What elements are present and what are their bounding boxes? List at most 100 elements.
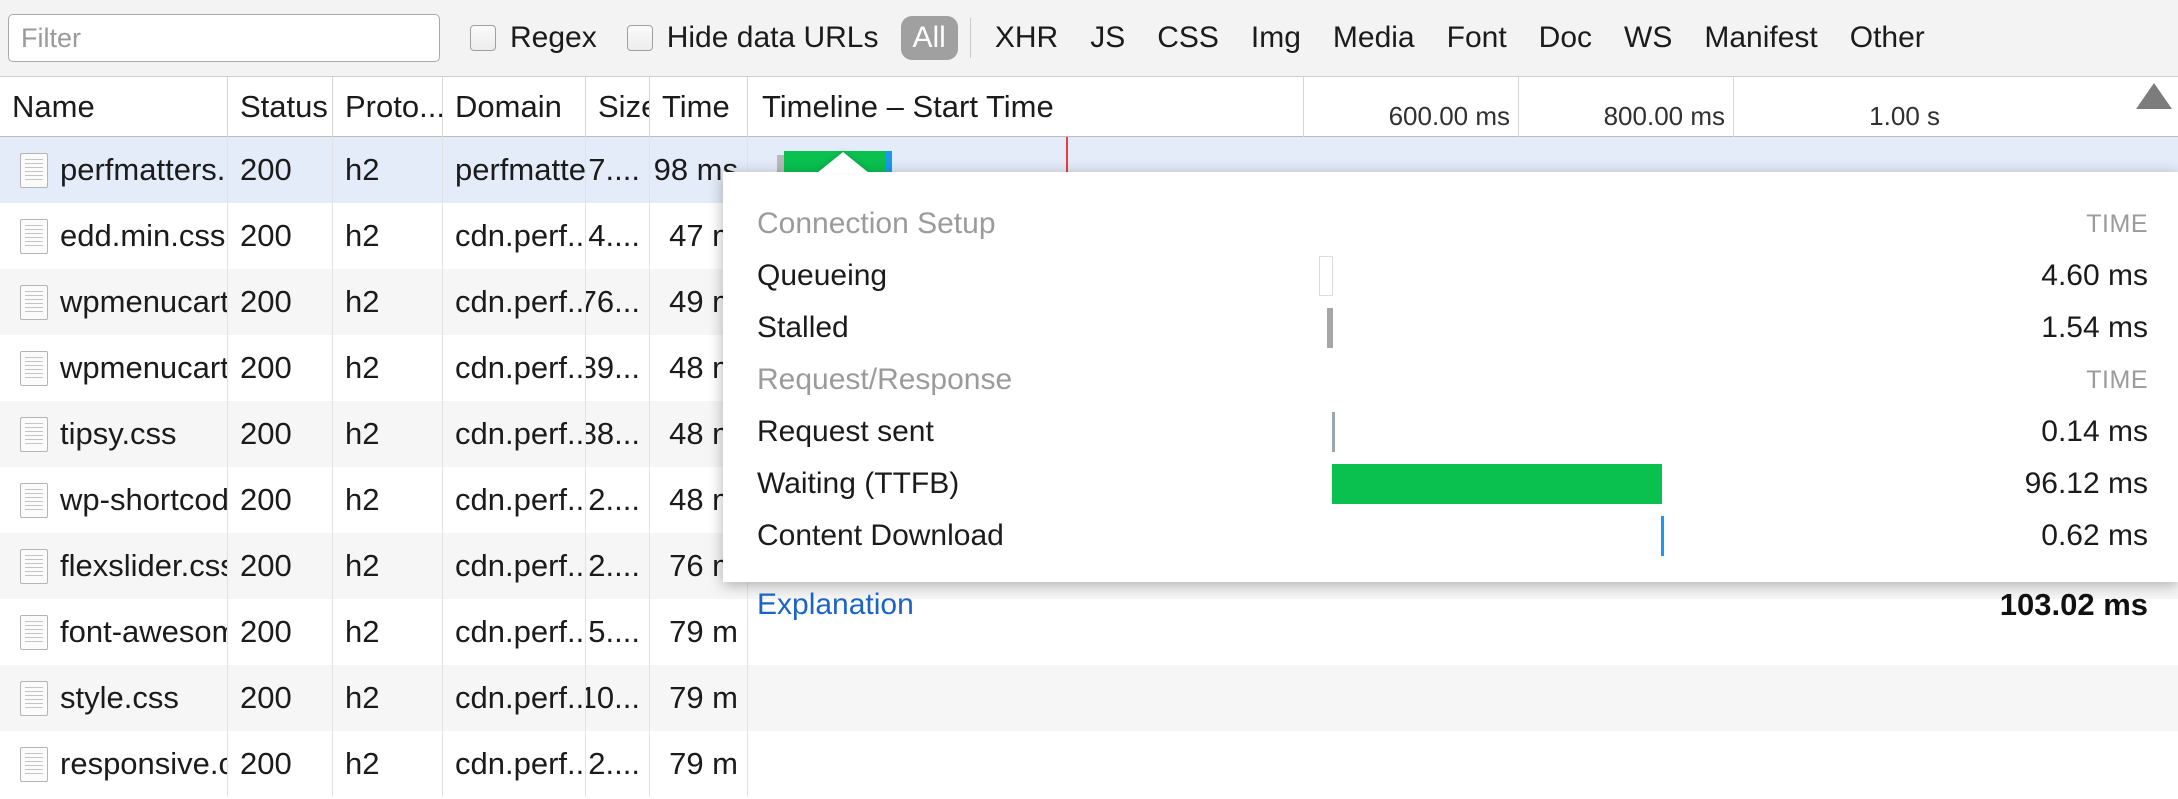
timing-row-waiting-ttfb: Waiting (TTFB) 96.12 ms	[757, 458, 2148, 510]
document-icon	[20, 219, 48, 254]
row-domain-cell: cdn.perf...	[443, 269, 586, 335]
filter-input[interactable]	[8, 14, 440, 62]
request-name: tipsy.css	[60, 416, 177, 452]
row-waterfall-cell[interactable]	[748, 731, 2178, 797]
row-name-cell[interactable]: wpmenucart-...	[0, 335, 228, 401]
type-filter-ws[interactable]: WS	[1612, 16, 1684, 60]
type-filter-doc[interactable]: Doc	[1527, 16, 1604, 60]
document-icon	[20, 351, 48, 386]
tooltip-footer: Explanation 103.02 ms	[757, 576, 2148, 634]
timing-bar-content-download	[1661, 516, 1664, 556]
document-icon	[20, 615, 48, 650]
row-domain-cell: cdn.perf...	[443, 599, 586, 665]
row-protocol-cell: h2	[333, 533, 443, 599]
timing-bar-request-sent	[1332, 412, 1335, 452]
hide-data-urls-label: Hide data URLs	[667, 21, 879, 55]
type-filter-manifest[interactable]: Manifest	[1692, 16, 1829, 60]
hide-data-urls-checkbox-group[interactable]: Hide data URLs	[627, 21, 879, 55]
row-size-cell: 7....	[586, 137, 650, 203]
row-name-cell[interactable]: wp-shortcode...	[0, 467, 228, 533]
row-status-cell: 200	[228, 401, 333, 467]
timing-row-queueing: Queueing 4.60 ms	[757, 250, 2148, 302]
timeline-title: Timeline – Start Time	[762, 89, 1054, 125]
column-header-status[interactable]: Status	[228, 77, 333, 137]
row-protocol-cell: h2	[333, 203, 443, 269]
column-header-name[interactable]: Name	[0, 77, 228, 137]
document-icon	[20, 681, 48, 716]
type-filter-xhr[interactable]: XHR	[983, 16, 1070, 60]
ruler-tick-0: 600.00 ms	[1303, 77, 1518, 137]
type-filter-css[interactable]: CSS	[1145, 16, 1231, 60]
resource-type-filters: All XHR JS CSS Img Media Font Doc WS Man…	[901, 16, 1945, 60]
total-time-value: 103.02 ms	[2000, 587, 2148, 623]
type-filter-js[interactable]: JS	[1078, 16, 1137, 60]
timing-bar-track	[1047, 516, 1918, 556]
type-filter-media[interactable]: Media	[1321, 16, 1427, 60]
column-header-domain[interactable]: Domain	[443, 77, 586, 137]
row-size-cell: 10...	[586, 665, 650, 731]
request-name: wpmenucart-...	[60, 350, 228, 386]
type-filter-font[interactable]: Font	[1435, 16, 1519, 60]
column-header-timeline[interactable]: Timeline – Start Time 600.00 ms 800.00 m…	[748, 77, 2178, 137]
timing-label-stalled: Stalled	[757, 311, 1047, 345]
row-name-cell[interactable]: flexslider.css	[0, 533, 228, 599]
timing-value-content-download: 0.62 ms	[1918, 519, 2148, 553]
request-name: wpmenucart-i...	[60, 284, 228, 320]
column-header-protocol[interactable]: Proto...	[333, 77, 443, 137]
document-icon	[20, 747, 48, 782]
request-name: flexslider.css	[60, 548, 228, 584]
hide-data-urls-checkbox[interactable]	[627, 25, 653, 51]
row-name-cell[interactable]: perfmatters.io	[0, 137, 228, 203]
row-name-cell[interactable]: edd.min.css	[0, 203, 228, 269]
table-row[interactable]: responsive.css 200 h2 cdn.perf... 2.... …	[0, 731, 2178, 797]
row-size-cell: 76...	[586, 269, 650, 335]
request-name: font-awesom...	[60, 614, 228, 650]
timing-label-request-sent: Request sent	[757, 415, 1047, 449]
request-name: edd.min.css	[60, 218, 225, 254]
row-protocol-cell: h2	[333, 401, 443, 467]
row-size-cell: 5....	[586, 599, 650, 665]
row-protocol-cell: h2	[333, 599, 443, 665]
row-status-cell: 200	[228, 203, 333, 269]
row-status-cell: 200	[228, 599, 333, 665]
row-domain-cell: perfmatte...	[443, 137, 586, 203]
row-status-cell: 200	[228, 533, 333, 599]
scrollbar-up-arrow[interactable]	[2136, 83, 2172, 109]
timing-bar-waiting-ttfb	[1332, 464, 1662, 504]
timing-row-stalled: Stalled 1.54 ms	[757, 302, 2148, 354]
row-time-cell: 79 m	[650, 665, 748, 731]
row-name-cell[interactable]: wpmenucart-i...	[0, 269, 228, 335]
tooltip-arrow	[817, 152, 869, 173]
row-size-cell: 89...	[586, 335, 650, 401]
row-domain-cell: cdn.perf...	[443, 335, 586, 401]
regex-checkbox-group[interactable]: Regex	[470, 21, 597, 55]
request-timing-tooltip: Connection Setup TIME Queueing 4.60 ms S…	[723, 172, 2178, 582]
row-domain-cell: cdn.perf...	[443, 467, 586, 533]
row-protocol-cell: h2	[333, 269, 443, 335]
row-status-cell: 200	[228, 269, 333, 335]
type-filter-img[interactable]: Img	[1239, 16, 1313, 60]
row-status-cell: 200	[228, 335, 333, 401]
section-time-header-request-response: TIME	[2086, 366, 2148, 395]
row-protocol-cell: h2	[333, 665, 443, 731]
row-name-cell[interactable]: style.css	[0, 665, 228, 731]
timing-bar-track	[1047, 412, 1918, 452]
column-header-size[interactable]: Size	[586, 77, 650, 137]
timing-row-request-sent: Request sent 0.14 ms	[757, 406, 2148, 458]
timing-value-waiting-ttfb: 96.12 ms	[1918, 467, 2148, 501]
row-name-cell[interactable]: tipsy.css	[0, 401, 228, 467]
timing-bar-track	[1047, 308, 1918, 348]
row-time-cell: 79 m	[650, 731, 748, 797]
request-name: style.css	[60, 680, 179, 716]
table-row[interactable]: style.css 200 h2 cdn.perf... 10... 79 m	[0, 665, 2178, 731]
row-name-cell[interactable]: font-awesom...	[0, 599, 228, 665]
column-header-time[interactable]: Time	[650, 77, 748, 137]
type-filter-all[interactable]: All	[901, 16, 958, 60]
type-filter-other[interactable]: Other	[1838, 16, 1937, 60]
network-table-header: Name Status Proto... Domain Size Time Ti…	[0, 77, 2178, 137]
row-name-cell[interactable]: responsive.css	[0, 731, 228, 797]
row-waterfall-cell[interactable]	[748, 665, 2178, 731]
row-domain-cell: cdn.perf...	[443, 665, 586, 731]
regex-checkbox[interactable]	[470, 25, 496, 51]
explanation-link[interactable]: Explanation	[757, 588, 2000, 622]
